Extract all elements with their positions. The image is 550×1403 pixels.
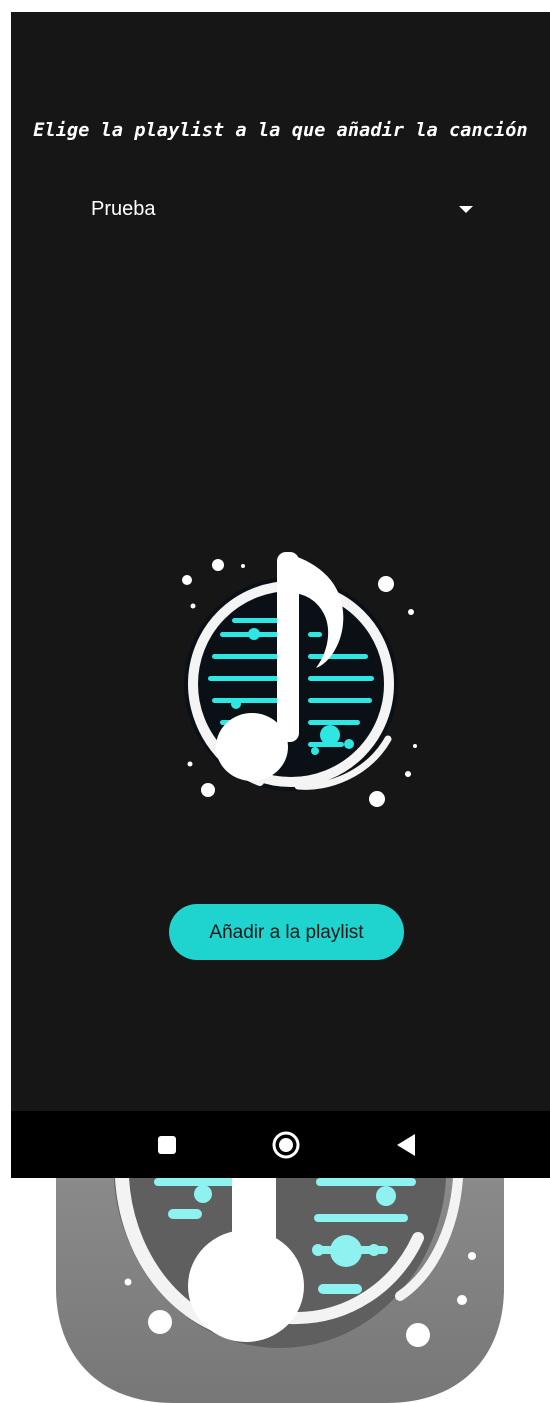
triangle-back-icon[interactable] <box>389 1128 423 1162</box>
background-app-icon <box>56 1178 504 1403</box>
chevron-down-icon <box>459 206 473 213</box>
music-note-logo-icon <box>182 552 417 807</box>
circle-home-icon[interactable] <box>269 1128 303 1162</box>
add-to-playlist-button[interactable]: Añadir a la playlist <box>169 904 404 960</box>
app-screen: Elige la playlist a la que añadir la can… <box>11 12 550 1111</box>
square-icon[interactable] <box>150 1128 184 1162</box>
page: Elige la playlist a la que añadir la can… <box>0 0 550 1403</box>
playlist-selected-value: Prueba <box>91 198 156 220</box>
playlist-dropdown[interactable]: Prueba <box>75 188 485 232</box>
navigation-bar <box>11 1111 550 1178</box>
prompt-title: Elige la playlist a la que añadir la can… <box>33 120 528 141</box>
